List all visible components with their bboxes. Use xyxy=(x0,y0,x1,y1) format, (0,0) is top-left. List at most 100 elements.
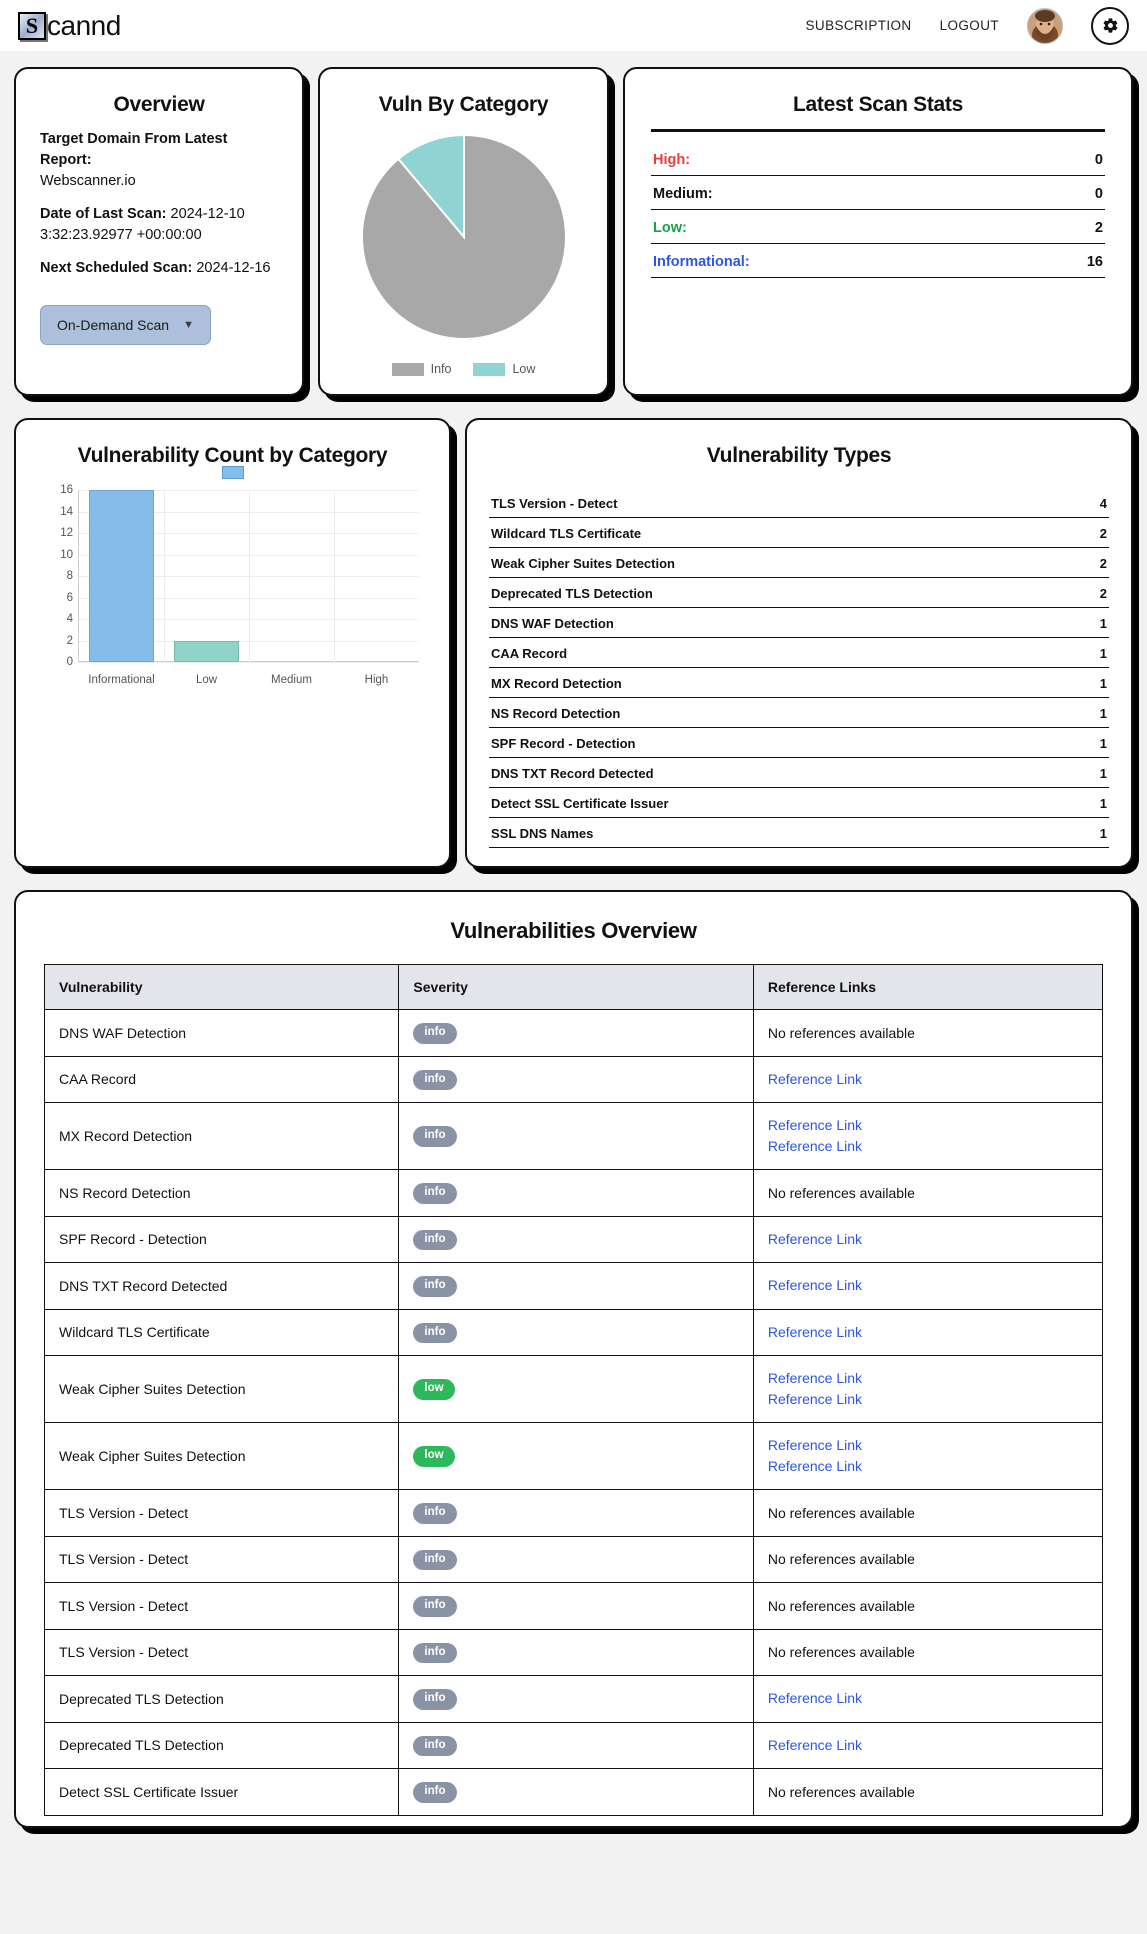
no-references-text: No references available xyxy=(767,1024,915,1041)
cell-reference-links: No references available xyxy=(752,1535,1104,1583)
summary-row: Overview Target Domain From Latest Repor… xyxy=(14,67,1133,396)
reference-link[interactable]: Reference Link xyxy=(768,1456,1088,1477)
vulnerability-type-count: 1 xyxy=(1099,646,1107,661)
cell-vulnerability: CAA Record xyxy=(43,1055,400,1103)
reference-link[interactable]: Reference Link xyxy=(768,1229,1088,1250)
app-header: S cannd SUBSCRIPTION LOGOUT xyxy=(0,0,1147,51)
table-row: DNS TXT Record Detected info Reference Lin… xyxy=(43,1262,1104,1310)
y-axis-tick: 4 xyxy=(66,613,73,625)
cell-vulnerability: Detect SSL Certificate Issuer xyxy=(43,1768,400,1816)
cell-severity: info xyxy=(398,1262,754,1310)
avatar[interactable] xyxy=(1027,7,1063,44)
last-scan-value: 2024-12-10 xyxy=(170,206,245,223)
pie-legend-item[interactable]: Low xyxy=(473,362,535,376)
reference-link[interactable]: Reference Link xyxy=(768,1115,1088,1136)
reference-link[interactable]: Reference Link xyxy=(768,1136,1088,1157)
table-row: TLS Version - Detect info No references av… xyxy=(43,1582,1104,1630)
vulnerability-type-label: MX Record Detection xyxy=(491,676,622,691)
overview-title: Overview xyxy=(113,93,205,116)
reference-link[interactable]: Reference Link xyxy=(768,1435,1088,1456)
severity-badge: info xyxy=(413,1126,457,1147)
severity-badge: info xyxy=(413,1183,457,1204)
pie-legend-label: Low xyxy=(512,362,536,376)
pie-legend: Info Low xyxy=(391,362,535,376)
vulnerability-type-label: Weak Cipher Suites Detection xyxy=(491,556,675,571)
vulnerability-type-row: Wildcard TLS Certificate 2 xyxy=(489,518,1109,548)
stats-list: High: 0 Medium: 0 Low: 2 Informational: 16 xyxy=(651,142,1105,278)
stat-value: 16 xyxy=(1086,254,1103,270)
pie-legend-item[interactable]: Info xyxy=(391,362,452,376)
reference-link[interactable]: Reference Link xyxy=(768,1275,1088,1296)
cell-severity: info xyxy=(398,1628,754,1676)
cell-vulnerability: Weak Cipher Suites Detection xyxy=(43,1355,400,1423)
cell-vulnerability: Wildcard TLS Certificate xyxy=(43,1308,400,1356)
logo-wordmark: cannd xyxy=(47,9,121,41)
cell-vulnerability: Deprecated TLS Detection xyxy=(43,1721,400,1769)
latest-scan-stats-title: Latest Scan Stats xyxy=(793,93,963,116)
reference-link[interactable]: Reference Link xyxy=(768,1069,1088,1090)
y-axis-tick: 8 xyxy=(66,570,73,582)
no-references-text: No references available xyxy=(767,1597,915,1614)
severity-badge: info xyxy=(413,1642,457,1663)
reference-link[interactable]: Reference Link xyxy=(768,1389,1088,1410)
cell-reference-links: No references available xyxy=(752,1009,1104,1057)
cell-vulnerability: SPF Record - Detection xyxy=(43,1215,400,1263)
bar-plot-area: 0 2 4 6 8 10 12 14 16 Informational Low Medium High xyxy=(60,484,419,686)
y-axis-tick: 12 xyxy=(60,527,73,539)
bar-informational[interactable] xyxy=(89,490,154,662)
vulnerability-type-count: 1 xyxy=(1099,676,1107,691)
severity-badge: low xyxy=(413,1446,455,1467)
cell-severity: info xyxy=(398,1009,754,1057)
overview-target-domain: Target Domain From Latest Report: Websca… xyxy=(40,129,278,192)
overview-next-scan: Next Scheduled Scan: 2024-12-16 xyxy=(40,258,278,279)
vulnerability-type-label: DNS WAF Detection xyxy=(491,616,614,631)
nav-logout[interactable]: LOGOUT xyxy=(940,18,999,33)
cell-reference-links: No references available xyxy=(752,1489,1104,1537)
vulnerability-type-label: DNS TXT Record Detected xyxy=(491,766,654,781)
settings-button[interactable] xyxy=(1091,6,1129,45)
reference-link[interactable]: Reference Link xyxy=(768,1688,1088,1709)
vulnerability-type-row: Detect SSL Certificate Issuer 1 xyxy=(489,788,1109,818)
stats-divider xyxy=(651,129,1105,132)
x-axis-label: Informational xyxy=(88,674,155,686)
on-demand-scan-button[interactable]: On-Demand Scan ▼ xyxy=(40,305,211,346)
stat-label: Informational: xyxy=(653,254,750,270)
severity-badge: info xyxy=(413,1549,457,1570)
cell-reference-links: No references available xyxy=(752,1582,1104,1630)
reference-link[interactable]: Reference Link xyxy=(768,1368,1088,1389)
app-logo[interactable]: S cannd xyxy=(18,10,121,42)
vulnerability-types-list: TLS Version - Detect 4 Wildcard TLS Certif… xyxy=(489,488,1109,848)
severity-badge: info xyxy=(413,1735,457,1756)
vulnerability-type-count: 2 xyxy=(1099,586,1107,601)
table-row: MX Record Detection info Reference Link Ref… xyxy=(43,1102,1104,1170)
vulnerability-type-label: Detect SSL Certificate Issuer xyxy=(491,796,669,811)
no-references-text: No references available xyxy=(767,1504,915,1521)
reference-link[interactable]: Reference Link xyxy=(768,1735,1088,1756)
stat-row: Medium: 0 xyxy=(651,176,1105,210)
on-demand-scan-label: On-Demand Scan xyxy=(57,317,170,334)
vulnerability-type-row: SPF Record - Detection 1 xyxy=(489,728,1109,758)
pie-legend-label: Info xyxy=(430,362,452,376)
x-axis-label: Medium xyxy=(271,674,312,686)
gridline xyxy=(79,662,419,663)
table-row: CAA Record info Reference Link xyxy=(43,1055,1104,1103)
cell-severity: info xyxy=(398,1768,754,1816)
latest-scan-stats-card: Latest Scan Stats High: 0 Medium: 0 Low: 2 Inf… xyxy=(623,67,1133,396)
severity-badge: info xyxy=(413,1069,457,1090)
cell-vulnerability: TLS Version - Detect xyxy=(43,1535,400,1583)
table-row-wrap: Vulnerabilities Overview Vulnerability S… xyxy=(14,890,1133,1828)
nav-subscription[interactable]: SUBSCRIPTION xyxy=(806,18,912,33)
vulnerability-types-card: Vulnerability Types TLS Version - Detect… xyxy=(465,418,1133,868)
no-references-text: No references available xyxy=(767,1184,915,1201)
vuln-by-category-card: Vuln By Category Info Low xyxy=(318,67,609,396)
vulnerability-type-row: MX Record Detection 1 xyxy=(489,668,1109,698)
bar-low[interactable] xyxy=(174,640,239,662)
vulnerability-type-count: 4 xyxy=(1099,496,1107,511)
stat-row: Low: 2 xyxy=(651,210,1105,244)
reference-link[interactable]: Reference Link xyxy=(768,1322,1088,1343)
last-scan-label: Date of Last Scan: xyxy=(40,206,167,223)
x-axis-label: High xyxy=(364,674,389,686)
severity-badge: info xyxy=(413,1229,457,1250)
cell-reference-links: Reference Link Reference Link xyxy=(752,1355,1104,1423)
stat-value: 2 xyxy=(1094,220,1103,236)
